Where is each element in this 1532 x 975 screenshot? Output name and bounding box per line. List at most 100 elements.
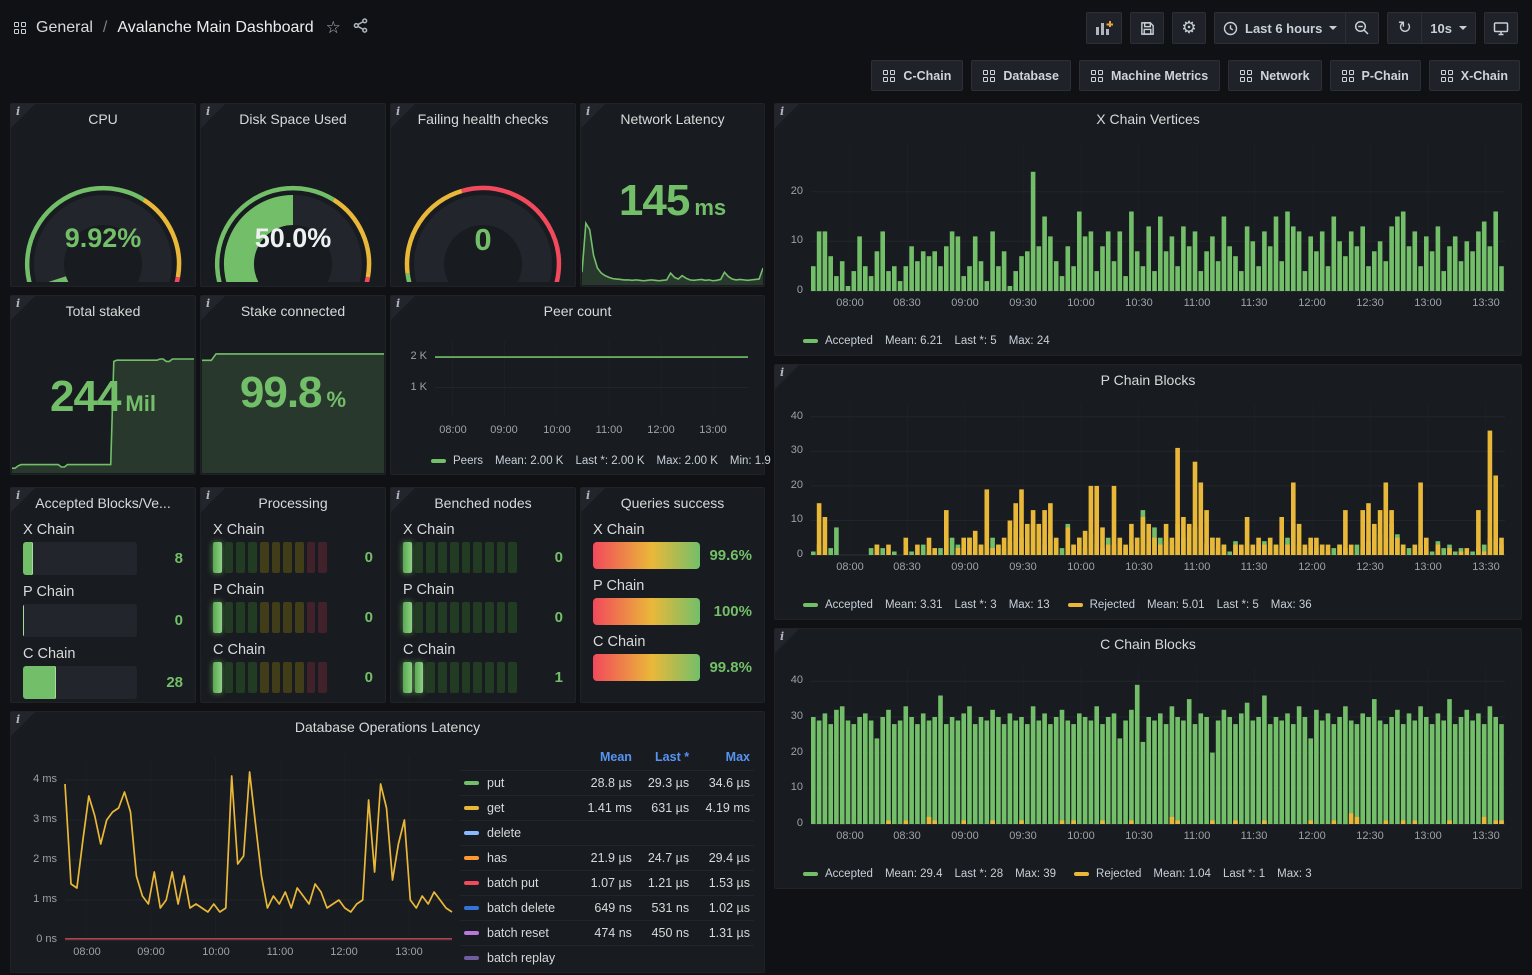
legend-series-label[interactable]: Peers (453, 455, 483, 467)
panel-info-icon[interactable]: i (11, 712, 35, 736)
link-database[interactable]: Database (971, 60, 1071, 91)
c-chain-blocks-chart: 01020304008:0008:3009:0009:3010:0010:301… (781, 659, 1513, 850)
bargauge-lcd (213, 542, 327, 573)
legend-series-label[interactable]: batch delete (460, 896, 575, 921)
legend-table-header[interactable]: Last * (636, 746, 693, 771)
legend-series-label[interactable]: Rejected (1096, 868, 1141, 880)
add-panel-button[interactable] (1086, 12, 1122, 44)
zoom-out-button[interactable] (1345, 12, 1379, 44)
legend-table-cell: 649 ns (575, 896, 636, 921)
legend-series-label[interactable]: has (460, 846, 575, 871)
y-axis-tick: 30 (781, 444, 803, 456)
bargauge-label: P Chain (213, 582, 373, 598)
legend-series-label[interactable]: delete (460, 821, 575, 846)
panel-title[interactable]: Benched nodes (415, 495, 551, 511)
save-dashboard-button[interactable] (1130, 12, 1164, 44)
panel-info-icon[interactable]: i (11, 488, 35, 512)
panel-title[interactable]: Database Operations Latency (35, 719, 740, 735)
legend-series-label[interactable]: Accepted (825, 335, 873, 347)
link-x-chain[interactable]: X-Chain (1429, 60, 1520, 91)
lcd-cell (307, 602, 316, 633)
lcd-cell (307, 662, 316, 693)
bargauge-row: C Chain28 (23, 646, 183, 699)
lcd-cell (213, 602, 222, 633)
panel-info-icon[interactable]: i (775, 365, 799, 389)
legend-swatch (803, 339, 818, 343)
panel-title[interactable]: C Chain Blocks (799, 636, 1497, 652)
legend-series-label[interactable]: batch put (460, 871, 575, 896)
legend-table-cell: 474 ns (575, 921, 636, 946)
link-machine-metrics[interactable]: Machine Metrics (1079, 60, 1220, 91)
settings-button[interactable]: ⚙ (1172, 12, 1206, 44)
panel-title[interactable]: P Chain Blocks (799, 372, 1497, 388)
panel-title[interactable]: Failing health checks (415, 111, 551, 127)
panel-info-icon[interactable]: i (775, 104, 799, 128)
panel-title[interactable]: Queries success (605, 495, 740, 511)
panel-title[interactable]: Disk Space Used (225, 111, 361, 127)
panel-title[interactable]: X Chain Vertices (799, 111, 1497, 127)
panel-info-icon[interactable]: i (391, 104, 415, 128)
legend-series-label[interactable]: get (460, 796, 575, 821)
panel-info-icon[interactable]: i (11, 104, 35, 128)
lcd-cell (213, 662, 222, 693)
legend-series-label[interactable]: Accepted (825, 599, 873, 611)
panel-info-icon[interactable]: i (581, 104, 605, 128)
legend-stat: Max: 24 (1009, 335, 1050, 347)
legend-stat: Mean: 29.4 (885, 868, 943, 880)
panel-title[interactable]: Stake connected (225, 303, 361, 319)
cycle-view-button[interactable] (1484, 12, 1518, 44)
link-network[interactable]: Network (1228, 60, 1321, 91)
bargauge-label: X Chain (213, 522, 373, 538)
lcd-cell (318, 602, 327, 633)
panel-info-icon[interactable]: i (11, 296, 35, 320)
x-axis-tick: 09:30 (997, 830, 1049, 842)
panel-info-icon[interactable]: i (775, 629, 799, 653)
legend-swatch (464, 906, 479, 910)
refresh-button[interactable]: ↻ (1387, 12, 1421, 44)
star-icon[interactable]: ☆ (326, 18, 341, 38)
legend-table-header[interactable]: Mean (575, 746, 636, 771)
y-axis-tick: 40 (781, 674, 803, 686)
legend-series-label[interactable]: put (460, 771, 575, 796)
panel-info-icon[interactable]: i (581, 488, 605, 512)
time-range-button[interactable]: Last 6 hours (1214, 12, 1345, 44)
lcd-cell (473, 662, 482, 693)
time-picker-group: Last 6 hours (1214, 12, 1379, 44)
bargauge-label: P Chain (593, 578, 752, 594)
panel-title[interactable]: Processing (225, 495, 361, 511)
lcd-cell (295, 542, 304, 573)
panel-title[interactable]: Network Latency (605, 111, 740, 127)
panel-info-icon[interactable]: i (201, 296, 225, 320)
link-c-chain[interactable]: C-Chain (871, 60, 963, 91)
legend-series-label[interactable]: batch replay (460, 946, 575, 971)
x-axis-tick: 08:30 (881, 830, 933, 842)
y-axis-tick: 20 (781, 479, 803, 491)
panel-title[interactable]: Peer count (415, 303, 740, 319)
apps-grid-icon[interactable] (14, 22, 26, 34)
legend-table-header[interactable]: Max (693, 746, 754, 771)
panel-info-icon[interactable]: i (391, 296, 415, 320)
panel-title[interactable]: Accepted Blocks/Ve... (35, 495, 171, 511)
lcd-cell (403, 542, 412, 573)
panel-info-icon[interactable]: i (201, 104, 225, 128)
panel-info-icon[interactable]: i (201, 488, 225, 512)
lcd-cell (403, 662, 412, 693)
legend-table-cell: 531 ns (636, 896, 693, 921)
panel-title[interactable]: Total staked (35, 303, 171, 319)
link-p-chain[interactable]: P-Chain (1330, 60, 1421, 91)
panel-info-icon[interactable]: i (391, 488, 415, 512)
panel-title[interactable]: CPU (35, 111, 171, 127)
refresh-interval-button[interactable]: 10s (1421, 12, 1476, 44)
share-icon[interactable] (353, 18, 368, 38)
legend-series-label[interactable]: Accepted (825, 868, 873, 880)
bargauge-row: C Chain1 (403, 642, 563, 693)
legend-series-label[interactable]: Rejected (1090, 599, 1135, 611)
legend-swatch (464, 931, 479, 935)
p-chain-blocks-legend: AcceptedMean: 3.31Last *: 3Max: 13Reject… (803, 599, 1330, 611)
legend-stat: Last *: 5 (1217, 599, 1259, 611)
y-axis-tick: 0 (781, 548, 803, 560)
breadcrumb-folder[interactable]: General (36, 19, 93, 37)
legend-series-label[interactable]: batch reset (460, 921, 575, 946)
x-chain-vertices-legend: AcceptedMean: 6.21Last *: 5Max: 24 (803, 335, 1068, 347)
processing-bargauge: X Chain0P Chain0C Chain0 (213, 522, 373, 702)
